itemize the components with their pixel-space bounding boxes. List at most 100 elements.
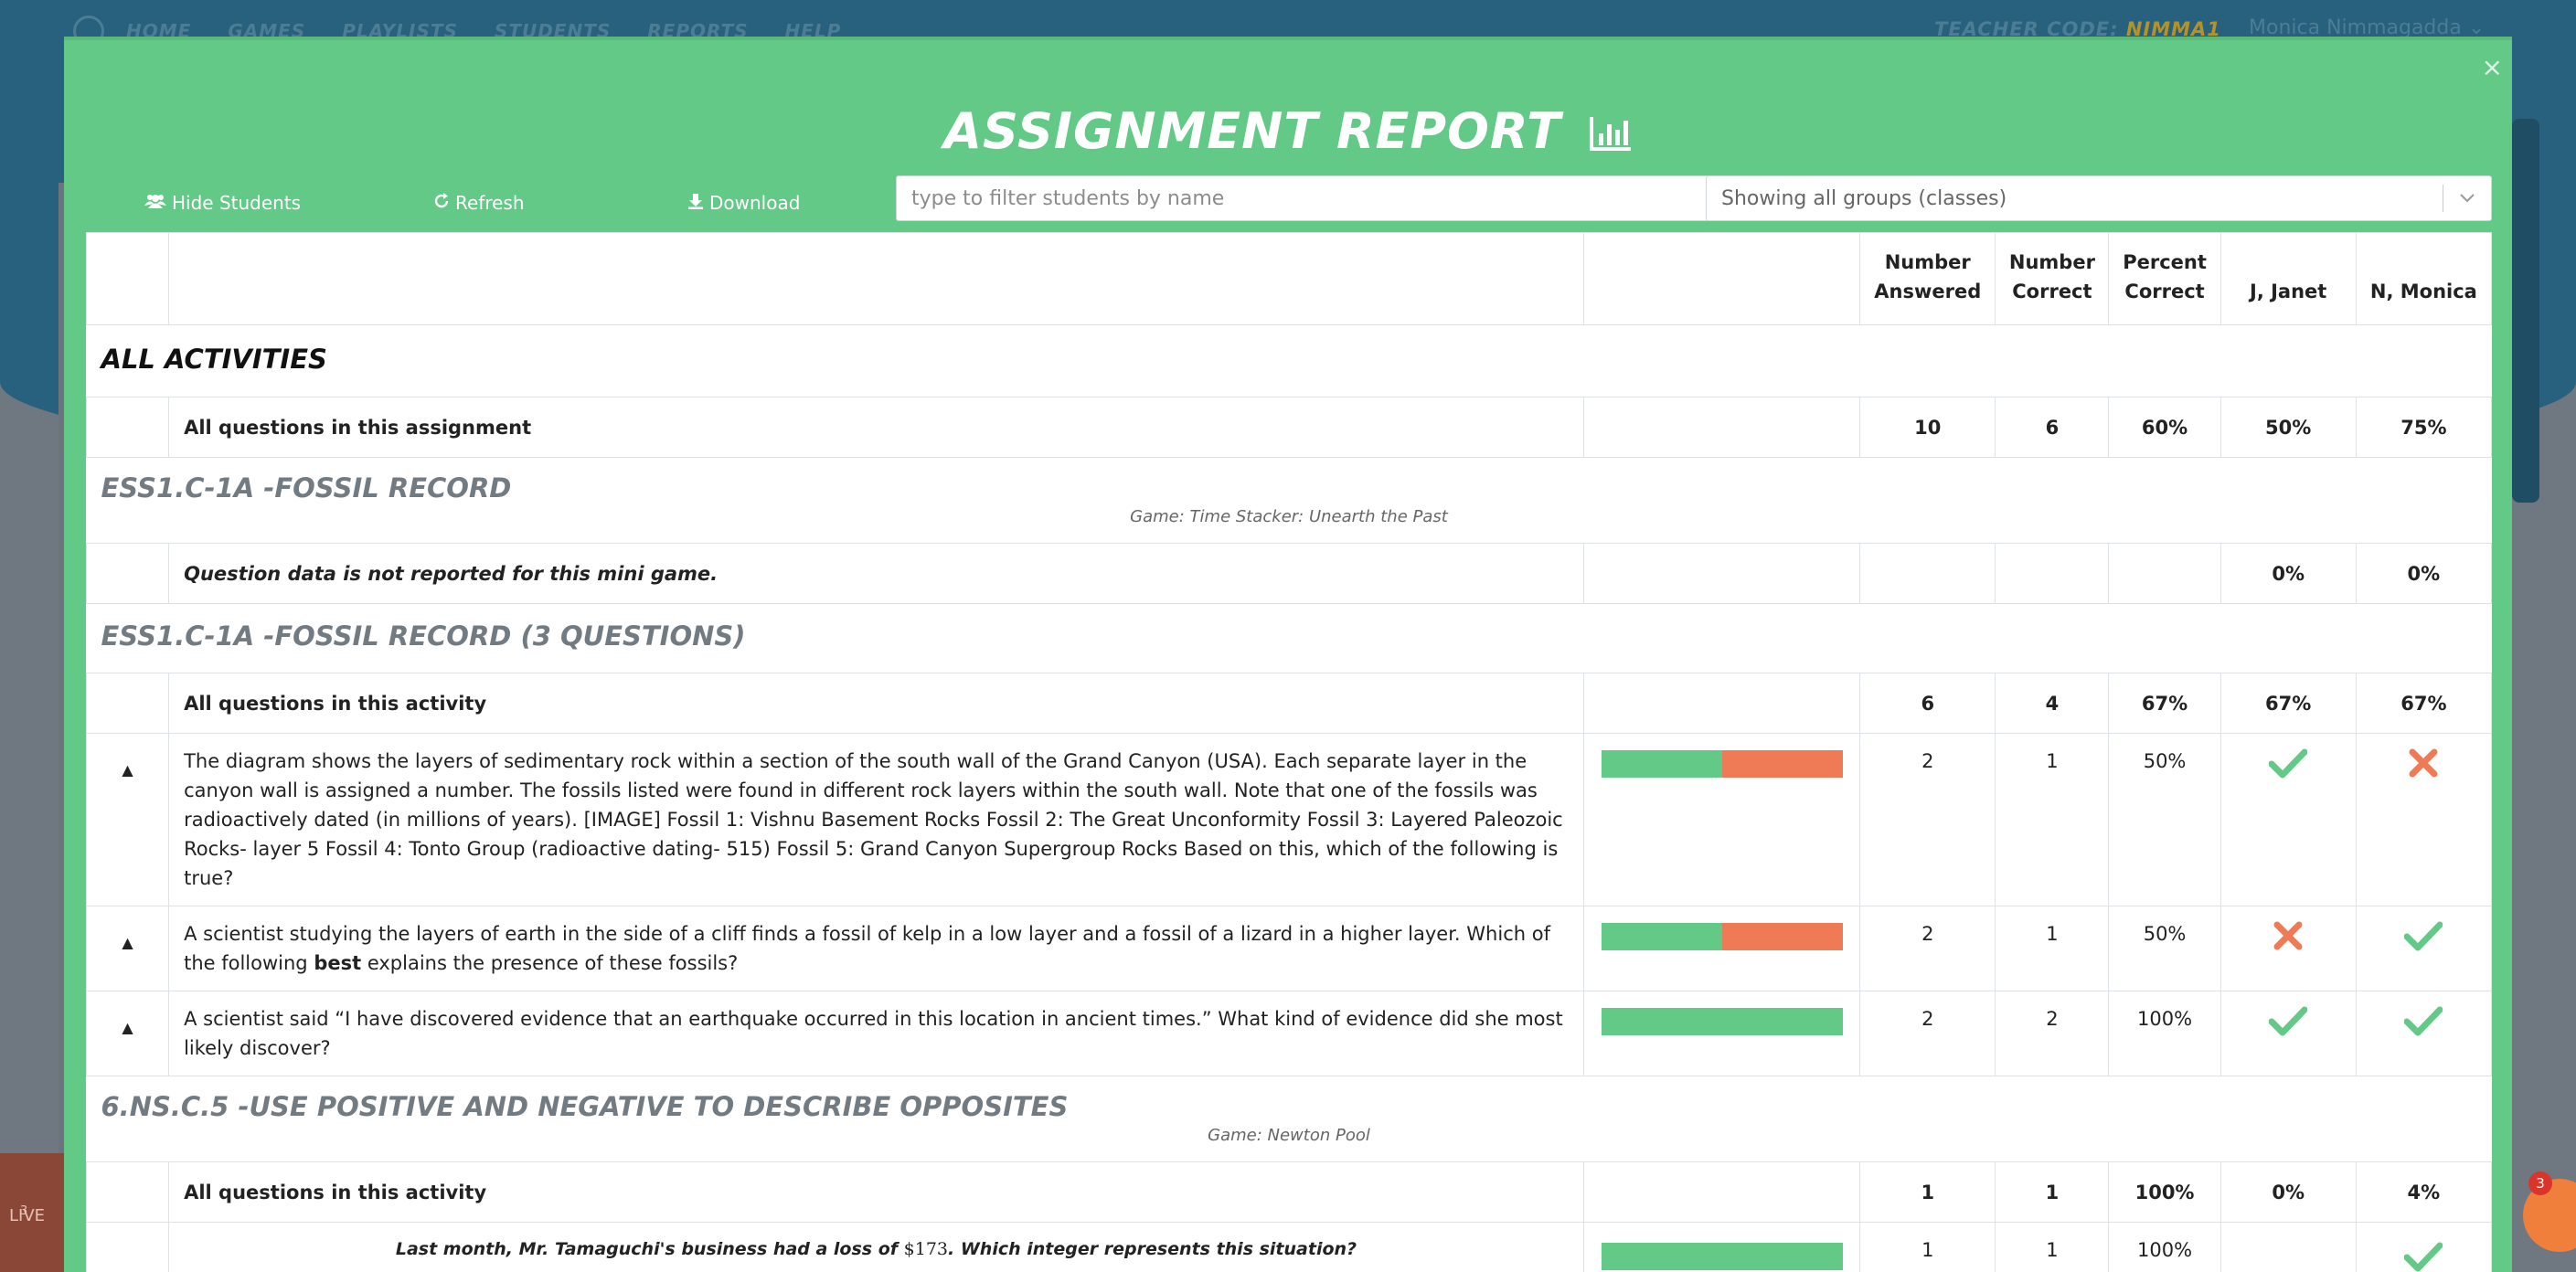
group-select[interactable]: Showing all groups (classes) [1706, 175, 2492, 221]
download-label: Download [709, 192, 801, 214]
percent-cell: 50% [2108, 733, 2221, 906]
percent-cell: 67% [2108, 673, 2221, 734]
percent-cell: 100% [2108, 1222, 2221, 1272]
answered-cell: 1 [1859, 1222, 1996, 1272]
live-indicator[interactable]: 3 LIVE [0, 1153, 68, 1272]
refresh-button[interactable]: Refresh [433, 185, 525, 221]
header-number-answered[interactable]: Number Answered [1859, 232, 1996, 325]
student-cell [2219, 1222, 2357, 1272]
section-cell: ESS1.C-1A -FOSSIL RECORD (3 QUESTIONS) [86, 603, 2492, 673]
table-row: All questions in this activity 1 1 100% … [85, 1161, 2493, 1223]
header-percent-correct[interactable]: Percent Correct [2108, 232, 2221, 325]
question-row: ▲ A scientist said “I have discovered ev… [85, 991, 2493, 1076]
student-cell [2355, 733, 2493, 906]
header-student-monica[interactable]: N, Monica [2355, 232, 2493, 325]
question-text: A scientist studying the layers of earth… [168, 906, 1584, 991]
incorrect-bar-fill [1721, 750, 1843, 778]
section-game: Game: Newton Pool [1208, 1126, 1370, 1145]
student-cell [2355, 906, 2493, 991]
section-cell: 6.NS.C.5 -USE POSITIVE AND NEGATIVE TO D… [86, 1076, 2492, 1162]
close-icon[interactable]: × [2482, 55, 2503, 80]
bar-cell [1582, 733, 1861, 906]
expand-cell [85, 673, 170, 734]
question-text-part: Last month, Mr. Tamaguchi's business had… [395, 1239, 904, 1259]
check-icon [2269, 1006, 2308, 1036]
correct-cell: 4 [1995, 673, 2110, 734]
table-row: All questions in this activity 6 4 67% 6… [85, 673, 2493, 734]
caret-up-icon[interactable]: ▲ [87, 734, 168, 779]
question-text-part: . Which integer represents this situatio… [948, 1239, 1357, 1259]
header-text: Percent [2123, 251, 2207, 273]
student-cell: 50% [2219, 397, 2357, 458]
question-text: A scientist said “I have discovered evid… [168, 991, 1584, 1076]
header-number-correct[interactable]: Number Correct [1995, 232, 2110, 325]
caret-up-icon[interactable]: ▲ [87, 906, 168, 951]
correct-bar [1601, 1008, 1843, 1035]
header-text: Number [1884, 251, 1971, 273]
correct-cell: 1 [1995, 733, 2110, 906]
header-text: Correct [2124, 281, 2205, 302]
percent-cell: 60% [2108, 397, 2221, 458]
check-icon [2269, 748, 2308, 779]
bar-cell [1582, 397, 1861, 458]
student-cell [2355, 1222, 2493, 1272]
header-text: Number [2008, 251, 2095, 273]
modal-title-text: ASSIGNMENT REPORT [943, 102, 1561, 160]
report-table: Number Answered Number Correct Percent Corr… [85, 232, 2493, 1272]
download-button[interactable]: Download [687, 185, 800, 221]
answered-cell: 6 [1859, 673, 1996, 734]
modal-title: ASSIGNMENT REPORT [64, 102, 2512, 164]
result-mark [2221, 734, 2356, 779]
expand-cell: ▲ [85, 906, 170, 991]
student-cell [2219, 733, 2357, 906]
correct-cell: 1 [1995, 906, 2110, 991]
student-filter-input[interactable] [896, 175, 1746, 221]
row-label: All questions in this activity [168, 673, 1584, 734]
bar-cell [1582, 906, 1861, 991]
caret-up-icon[interactable]: ▲ [87, 991, 168, 1036]
refresh-label: Refresh [455, 192, 525, 214]
expand-cell [85, 1222, 170, 1272]
bar-cell [1582, 991, 1861, 1076]
correct-bar-fill [1601, 1008, 1843, 1035]
result-mark [2221, 991, 2356, 1037]
student-cell: 0% [2355, 543, 2493, 604]
result-mark [2357, 1227, 2491, 1272]
cross-icon [2273, 921, 2303, 950]
answered-cell: 1 [1859, 1161, 1996, 1223]
student-cell: 0% [2219, 1161, 2357, 1223]
header-student-janet[interactable]: J, Janet [2219, 232, 2357, 325]
result-mark [2357, 906, 2491, 952]
answered-cell [1859, 543, 1996, 604]
section-title: ESS1.C-1A -FOSSIL RECORD [101, 472, 512, 504]
question-row: Last month, Mr. Tamaguchi's business had… [85, 1222, 2493, 1272]
correct-cell: 1 [1995, 1161, 2110, 1223]
student-cell: 4% [2355, 1161, 2493, 1223]
student-cell: 0% [2219, 543, 2357, 604]
check-icon [2404, 1006, 2443, 1036]
bar-cell [1582, 1161, 1861, 1223]
question-text: Last month, Mr. Tamaguchi's business had… [168, 1222, 1584, 1272]
correct-bar [1601, 923, 1843, 950]
table-row: All questions in this assignment 10 6 60… [85, 397, 2493, 458]
section-title: ESS1.C-1A -FOSSIL RECORD (3 QUESTIONS) [101, 620, 746, 652]
answered-cell: 2 [1859, 733, 1996, 906]
student-cell [2219, 991, 2357, 1076]
header-bar [1582, 232, 1861, 325]
download-icon [687, 192, 704, 214]
question-text-bold: best [314, 952, 362, 974]
section-header: 6.NS.C.5 -USE POSITIVE AND NEGATIVE TO D… [86, 1076, 2492, 1162]
hide-students-button[interactable]: Hide Students [144, 185, 301, 221]
header-text: Correct [2012, 281, 2092, 302]
question-row: ▲ The diagram shows the layers of sedime… [85, 733, 2493, 906]
correct-cell: 2 [1995, 991, 2110, 1076]
student-cell: 75% [2355, 397, 2493, 458]
result-mark [2357, 991, 2491, 1037]
expand-cell: ▲ [85, 733, 170, 906]
check-icon [2404, 921, 2443, 951]
report-table-container: Number Answered Number Correct Percent Corr… [85, 232, 2493, 1272]
student-cell [2355, 991, 2493, 1076]
result-mark [2357, 734, 2491, 778]
row-label: Question data is not reported for this m… [168, 543, 1584, 604]
header-expand [85, 232, 170, 325]
